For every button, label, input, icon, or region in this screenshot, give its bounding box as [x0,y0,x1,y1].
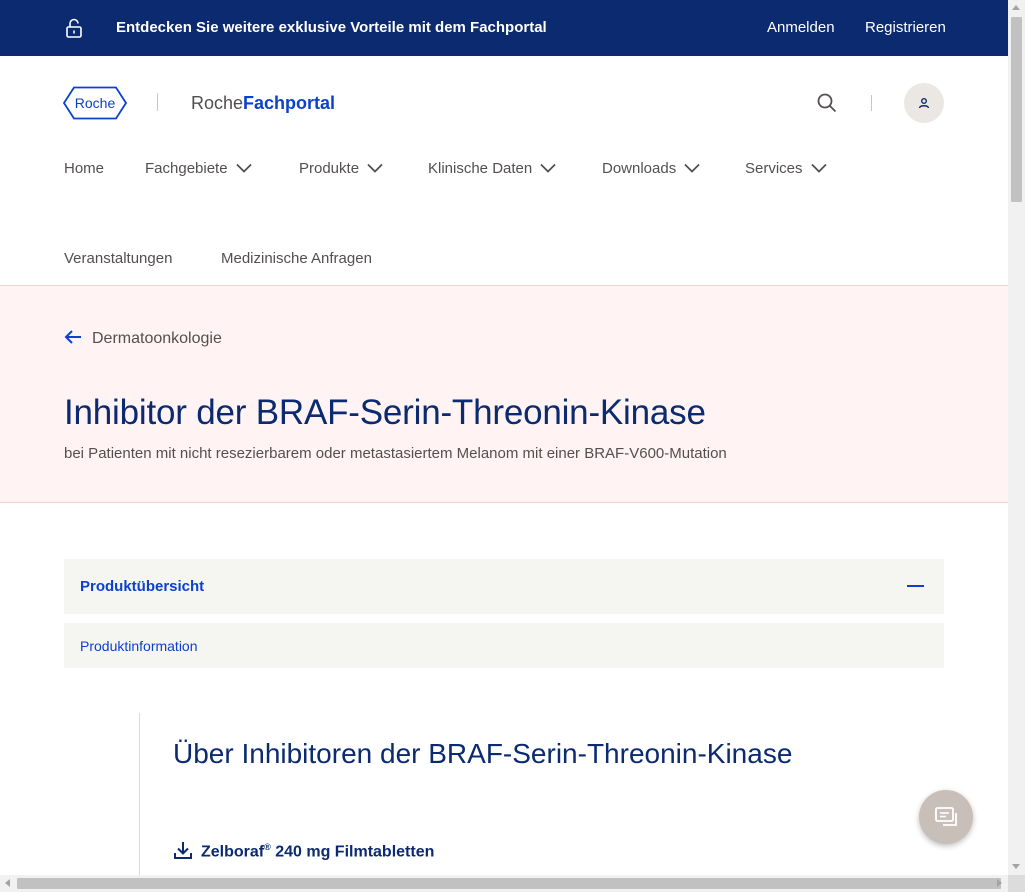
search-icon[interactable] [815,91,839,115]
brand-name[interactable]: RocheFachportal [191,93,335,114]
header-divider [871,95,872,111]
logo-divider [157,93,158,111]
chevron-down-icon [684,163,700,173]
accordion-item-label: Produktinformation [80,638,198,654]
accordion-header[interactable]: Produktübersicht [64,559,944,614]
chevron-down-icon [235,163,252,173]
chevron-down-icon [540,163,556,173]
scroll-up-arrow-icon[interactable] [1012,5,1020,10]
nav-label: Veranstaltungen [64,250,173,267]
promo-bar: Entdecken Sie weitere exklusive Vorteile… [0,0,1008,56]
page-subtitle: bei Patienten mit nicht resezierbarem od… [64,445,727,462]
content-divider [139,713,140,875]
scrollbar-corner [1008,875,1025,892]
chevron-down-icon [810,163,827,173]
scrollbar-thumb[interactable] [1011,17,1022,202]
nav-klinische-daten[interactable]: Klinische Daten [428,160,556,177]
login-link[interactable]: Anmelden [767,19,835,36]
horizontal-scrollbar[interactable] [0,875,1008,892]
nav-label: Home [64,160,105,177]
back-link-label: Dermatoonkologie [92,330,222,347]
nav-fachgebiete[interactable]: Fachgebiete [145,160,252,177]
download-rest: 240 mg Filmtabletten [270,843,435,861]
unlock-icon [66,18,82,38]
nav-label: Produkte [299,160,360,177]
nav-label: Medizinische Anfragen [221,250,372,267]
nav-produkte[interactable]: Produkte [299,160,383,177]
chat-icon [935,807,957,826]
scroll-down-arrow-icon[interactable] [1012,864,1020,869]
nav-veranstaltungen[interactable]: Veranstaltungen [64,250,172,267]
nav-home[interactable]: Home [64,160,104,177]
accordion-header-label: Produktübersicht [80,578,205,595]
minus-icon [907,585,924,587]
user-icon [918,98,930,109]
registered-mark: ® [264,842,271,852]
nav-downloads[interactable]: Downloads [602,160,700,177]
section-title: Über Inhibitoren der BRAF-Serin-Threonin… [173,738,793,769]
brand-suffix: Fachportal [243,93,336,113]
roche-logo[interactable]: Roche [63,86,127,120]
nav-label: Services [745,160,803,177]
accordion-item[interactable]: Produktinformation [64,623,944,668]
back-link[interactable]: Dermatoonkologie [64,330,222,348]
nav-label: Fachgebiete [145,160,228,177]
vertical-scrollbar[interactable] [1008,0,1025,875]
brand-prefix: Roche [191,93,244,113]
scroll-left-arrow-icon[interactable] [5,879,10,887]
logo-text: Roche [75,95,116,111]
page: Entdecken Sie weitere exklusive Vorteile… [0,0,1008,875]
user-menu-button[interactable] [904,83,944,123]
chevron-down-icon [367,163,383,173]
nav-label: Klinische Daten [428,160,533,177]
nav-services[interactable]: Services [745,160,827,177]
download-link[interactable]: Zelboraf® 240 mg Filmtabletten [173,842,434,861]
register-link[interactable]: Registrieren [865,19,946,36]
nav-medizinische-anfragen[interactable]: Medizinische Anfragen [221,250,372,267]
nav-label: Downloads [602,160,677,177]
scrollbar-thumb[interactable] [17,878,1001,889]
promo-text: Entdecken Sie weitere exklusive Vorteile… [116,19,547,36]
page-title: Inhibitor der BRAF-Serin-Threonin-Kinase [64,393,706,432]
download-icon [174,842,192,860]
scroll-right-arrow-icon[interactable] [997,879,1002,887]
hero-banner: Dermatoonkologie Inhibitor der BRAF-Seri… [0,285,1008,503]
download-name: Zelboraf [201,843,265,861]
chat-button[interactable] [919,790,973,844]
arrow-left-icon [64,330,81,344]
